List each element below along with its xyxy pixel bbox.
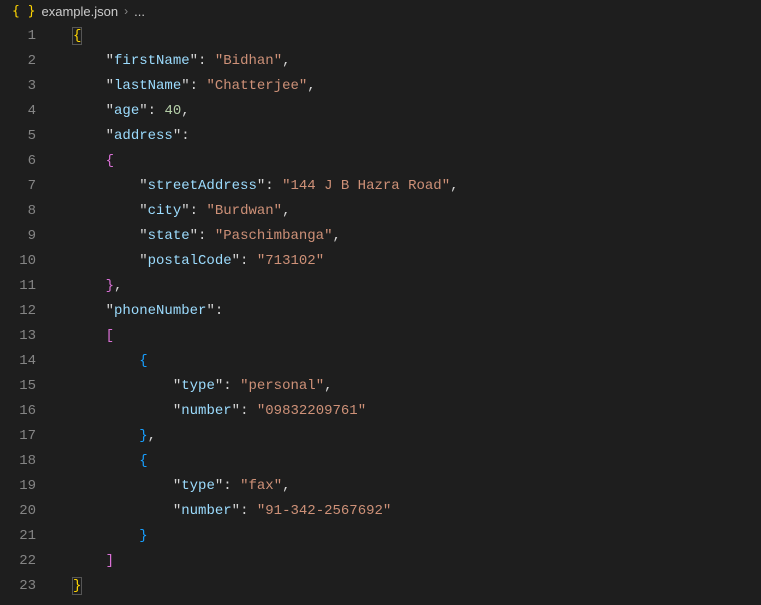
code-line[interactable]: } (72, 524, 761, 549)
json-string: personal (248, 378, 315, 394)
line-number: 21 (0, 524, 56, 549)
code-line[interactable]: ] (72, 549, 761, 574)
json-string: fax (248, 478, 273, 494)
breadcrumb-rest[interactable]: ... (134, 4, 145, 19)
line-number: 23 (0, 574, 56, 599)
line-number: 4 (0, 99, 56, 124)
code-line[interactable]: "streetAddress": "144 J B Hazra Road", (72, 174, 761, 199)
chevron-right-icon: › (124, 4, 128, 18)
code-area[interactable]: { "firstName": "Bidhan", "lastName": "Ch… (56, 22, 761, 605)
line-number-gutter: 1 2 3 4 5 6 7 8 9 10 11 12 13 14 15 16 1… (0, 22, 56, 605)
json-key: firstName (114, 53, 190, 69)
line-number: 5 (0, 124, 56, 149)
line-number: 19 (0, 474, 56, 499)
bracket-open: [ (106, 328, 114, 344)
json-key: number (181, 503, 231, 519)
json-string: Bidhan (223, 53, 273, 69)
code-line[interactable]: { (72, 349, 761, 374)
brace-open: { (139, 353, 147, 369)
code-line[interactable]: "type": "personal", (72, 374, 761, 399)
line-number: 9 (0, 224, 56, 249)
line-number: 16 (0, 399, 56, 424)
json-key: state (148, 228, 190, 244)
bracket-close: ] (106, 553, 114, 569)
code-line[interactable]: "city": "Burdwan", (72, 199, 761, 224)
code-line[interactable]: "phoneNumber": (72, 299, 761, 324)
brace-close: } (139, 528, 147, 544)
line-number: 7 (0, 174, 56, 199)
code-line[interactable]: } (72, 574, 761, 599)
breadcrumb[interactable]: { } example.json › ... (0, 0, 761, 22)
line-number: 15 (0, 374, 56, 399)
code-line[interactable]: [ (72, 324, 761, 349)
breadcrumb-file[interactable]: example.json (41, 4, 118, 19)
json-string: 91-342-2567692 (265, 503, 383, 519)
json-file-icon: { } (12, 4, 35, 19)
json-key: lastName (114, 78, 181, 94)
line-number: 13 (0, 324, 56, 349)
json-key: type (181, 378, 215, 394)
code-line[interactable]: "number": "09832209761" (72, 399, 761, 424)
json-key: postalCode (148, 253, 232, 269)
json-string: Paschimbanga (223, 228, 324, 244)
json-key: phoneNumber (114, 303, 206, 319)
line-number: 6 (0, 149, 56, 174)
json-number: 40 (164, 103, 181, 119)
line-number: 20 (0, 499, 56, 524)
line-number: 11 (0, 274, 56, 299)
code-line[interactable]: { (72, 149, 761, 174)
code-line[interactable]: }, (72, 274, 761, 299)
code-line[interactable]: { (72, 449, 761, 474)
line-number: 10 (0, 249, 56, 274)
brace-open: { (72, 27, 82, 45)
code-line[interactable]: "firstName": "Bidhan", (72, 49, 761, 74)
code-line[interactable]: "age": 40, (72, 99, 761, 124)
code-line[interactable]: "type": "fax", (72, 474, 761, 499)
json-string: Chatterjee (215, 78, 299, 94)
code-line[interactable]: "number": "91-342-2567692" (72, 499, 761, 524)
json-key: city (148, 203, 182, 219)
brace-close: } (72, 577, 82, 595)
json-key: streetAddress (148, 178, 257, 194)
code-line[interactable]: "lastName": "Chatterjee", (72, 74, 761, 99)
brace-open: { (106, 153, 114, 169)
line-number: 12 (0, 299, 56, 324)
json-key: age (114, 103, 139, 119)
line-number: 17 (0, 424, 56, 449)
brace-open: { (139, 453, 147, 469)
code-line[interactable]: }, (72, 424, 761, 449)
line-number: 8 (0, 199, 56, 224)
code-line[interactable]: "state": "Paschimbanga", (72, 224, 761, 249)
line-number: 14 (0, 349, 56, 374)
line-number: 18 (0, 449, 56, 474)
json-key: address (114, 128, 173, 144)
code-line[interactable]: "address": (72, 124, 761, 149)
line-number: 1 (0, 24, 56, 49)
json-string: 09832209761 (265, 403, 357, 419)
json-string: 144 J B Hazra Road (290, 178, 441, 194)
json-string: Burdwan (215, 203, 274, 219)
line-number: 2 (0, 49, 56, 74)
line-number: 22 (0, 549, 56, 574)
brace-close: } (106, 278, 114, 294)
code-editor[interactable]: 1 2 3 4 5 6 7 8 9 10 11 12 13 14 15 16 1… (0, 22, 761, 605)
code-line[interactable]: { (72, 24, 761, 49)
code-line[interactable]: "postalCode": "713102" (72, 249, 761, 274)
json-string: 713102 (265, 253, 315, 269)
brace-close: } (139, 428, 147, 444)
json-key: number (181, 403, 231, 419)
json-key: type (181, 478, 215, 494)
line-number: 3 (0, 74, 56, 99)
